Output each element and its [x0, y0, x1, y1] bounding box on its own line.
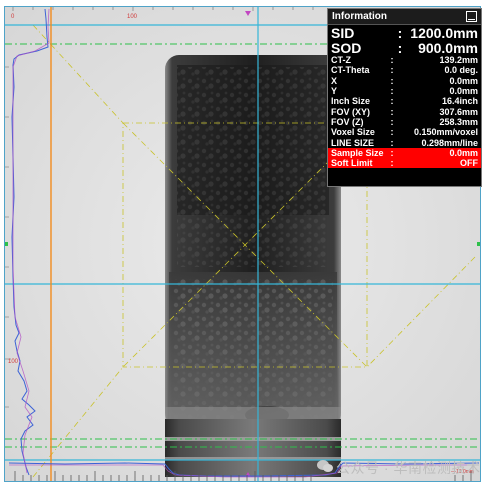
information-panel: Information SID:1200.0mm SOD:900.0mm CT-Z:… [327, 8, 482, 187]
info-row-key: Voxel Size [331, 127, 375, 138]
info-row-value: 900.0mm [418, 39, 478, 56]
info-row-key: SID [331, 25, 355, 42]
info-row: FOV (Z): 258.3mm [328, 117, 481, 127]
info-row: Soft Limit: OFF [328, 157, 481, 169]
info-row-separator: : [390, 55, 394, 66]
info-row: LINE SIZE: 0.298mm/line [328, 137, 481, 148]
info-row-separator: : [390, 75, 394, 86]
info-row-key: Sample Size [331, 147, 384, 158]
info-row: Sample Size: 0.0mm [328, 147, 481, 158]
info-row-value: 258.3mm [439, 116, 478, 127]
info-row: Voxel Size: 0.150mm/voxel [328, 127, 481, 137]
info-row-separator: : [397, 39, 403, 56]
info-row-separator: : [390, 158, 394, 169]
info-row-value: 16.4inch [441, 96, 478, 107]
minimize-icon[interactable] [466, 11, 477, 22]
info-row-key: Soft Limit [331, 158, 373, 169]
info-row-separator: : [390, 116, 394, 127]
info-row-value: 0.0mm [449, 75, 478, 86]
watermark-label: 公众号 · 华南检测技术 [336, 460, 481, 476]
info-row-key: CT-Z [331, 55, 351, 66]
info-row-key: Inch Size [331, 96, 371, 107]
info-row-key: FOV (XY) [331, 106, 371, 117]
info-row: X: 0.0mm [328, 76, 481, 86]
info-row-key: FOV (Z) [331, 116, 364, 127]
info-row-value: 1200.0mm [410, 25, 478, 42]
info-row-value: 0.150mm/voxel [413, 127, 478, 138]
watermark-text: 公众号 · 华南检测技术 [336, 458, 480, 478]
top-ruler-label-100: 100 [127, 14, 138, 20]
info-row: Y: 0.0mm [328, 86, 481, 96]
info-row-key: CT-Theta [331, 65, 370, 76]
info-row: SOD:900.0mm [328, 41, 481, 56]
left-ruler-label-100: 100 [8, 359, 19, 365]
info-row-value: 0.0 deg. [444, 65, 478, 76]
info-row: CT-Z: 139.2mm [328, 55, 481, 65]
information-title-bar: Information [328, 9, 481, 25]
info-row: SID:1200.0mm [328, 26, 481, 41]
info-row-key: LINE SIZE [331, 137, 375, 148]
sample-tube [165, 55, 341, 477]
info-row-key: SOD [331, 39, 362, 56]
info-row-value: 307.6mm [439, 106, 478, 117]
info-row-value: 0.0mm [449, 147, 478, 158]
info-row-value: 0.298mm/line [421, 137, 478, 148]
info-row: FOV (XY): 307.6mm [328, 106, 481, 117]
info-row-value: 0.0mm [449, 86, 478, 97]
ct-viewer: 0 100 100 —13.0mm Information SID:1200.0… [0, 0, 484, 486]
info-row: CT-Theta: 0.0 deg. [328, 65, 481, 75]
info-row-separator: : [390, 86, 394, 97]
info-row-separator: : [390, 96, 394, 107]
info-row-separator: : [390, 127, 394, 138]
information-rows: SID:1200.0mm SOD:900.0mm CT-Z:139.2mm CT-Th… [328, 25, 481, 169]
info-row: Inch Size: 16.4inch [328, 96, 481, 106]
information-title: Information [332, 11, 387, 22]
info-row-separator: : [390, 65, 394, 76]
info-row-separator: : [390, 147, 394, 158]
info-row-value: OFF [460, 158, 478, 169]
info-row-key: X [331, 75, 338, 86]
info-row-value: 139.2mm [439, 55, 478, 66]
info-row-key: Y [331, 86, 338, 97]
wechat-icon [317, 460, 333, 472]
info-row-separator: : [397, 25, 403, 42]
info-row-separator: : [390, 106, 394, 117]
info-row-separator: : [390, 137, 394, 148]
